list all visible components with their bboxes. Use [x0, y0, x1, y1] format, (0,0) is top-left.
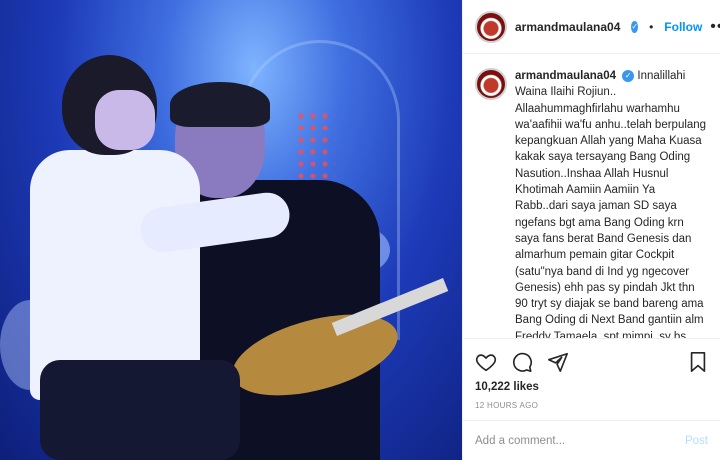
man-left-face: [95, 90, 155, 150]
post-timestamp[interactable]: 12 HOURS AGO: [475, 401, 708, 410]
bookmark-icon[interactable]: [688, 351, 708, 373]
caption-body: Innalillahi Waina Ilaihi Rojiun.. Allaah…: [515, 70, 707, 338]
likes-count[interactable]: 10,222 likes: [475, 381, 708, 393]
action-icons: [475, 347, 708, 377]
heart-icon[interactable]: [475, 351, 497, 373]
post-header: armandmaulana04 ✓ • Follow •••: [463, 0, 720, 54]
action-bar: 10,222 likes 12 HOURS AGO: [463, 338, 720, 420]
man-left-legs: [40, 360, 240, 460]
post-sidebar: armandmaulana04 ✓ • Follow ••• armandmau…: [462, 0, 720, 460]
share-icon[interactable]: [547, 351, 569, 373]
post-comment-button[interactable]: Post: [685, 435, 708, 447]
caption-text-block: armandmaulana04 ✓ Innalillahi Waina Ilai…: [515, 68, 708, 338]
caption-username[interactable]: armandmaulana04: [515, 70, 616, 82]
more-options-icon[interactable]: •••: [710, 18, 720, 35]
caption-verified-icon: ✓: [622, 69, 635, 82]
comment-input[interactable]: [475, 434, 685, 447]
verified-icon: ✓: [631, 20, 639, 33]
instagram-post: armandmaulana04 ✓ • Follow ••• armandmau…: [0, 0, 720, 460]
avatar[interactable]: [475, 10, 507, 43]
username-link[interactable]: armandmaulana04: [515, 20, 620, 34]
man-right-hair: [170, 82, 270, 127]
caption-area: armandmaulana04 ✓ Innalillahi Waina Ilai…: [463, 54, 720, 338]
post-photo[interactable]: [0, 0, 462, 460]
separator-dot: •: [649, 19, 654, 34]
follow-button[interactable]: Follow: [664, 20, 702, 34]
comment-icon[interactable]: [511, 351, 533, 373]
caption-avatar[interactable]: [475, 68, 507, 100]
comment-bar: Post: [463, 420, 720, 460]
